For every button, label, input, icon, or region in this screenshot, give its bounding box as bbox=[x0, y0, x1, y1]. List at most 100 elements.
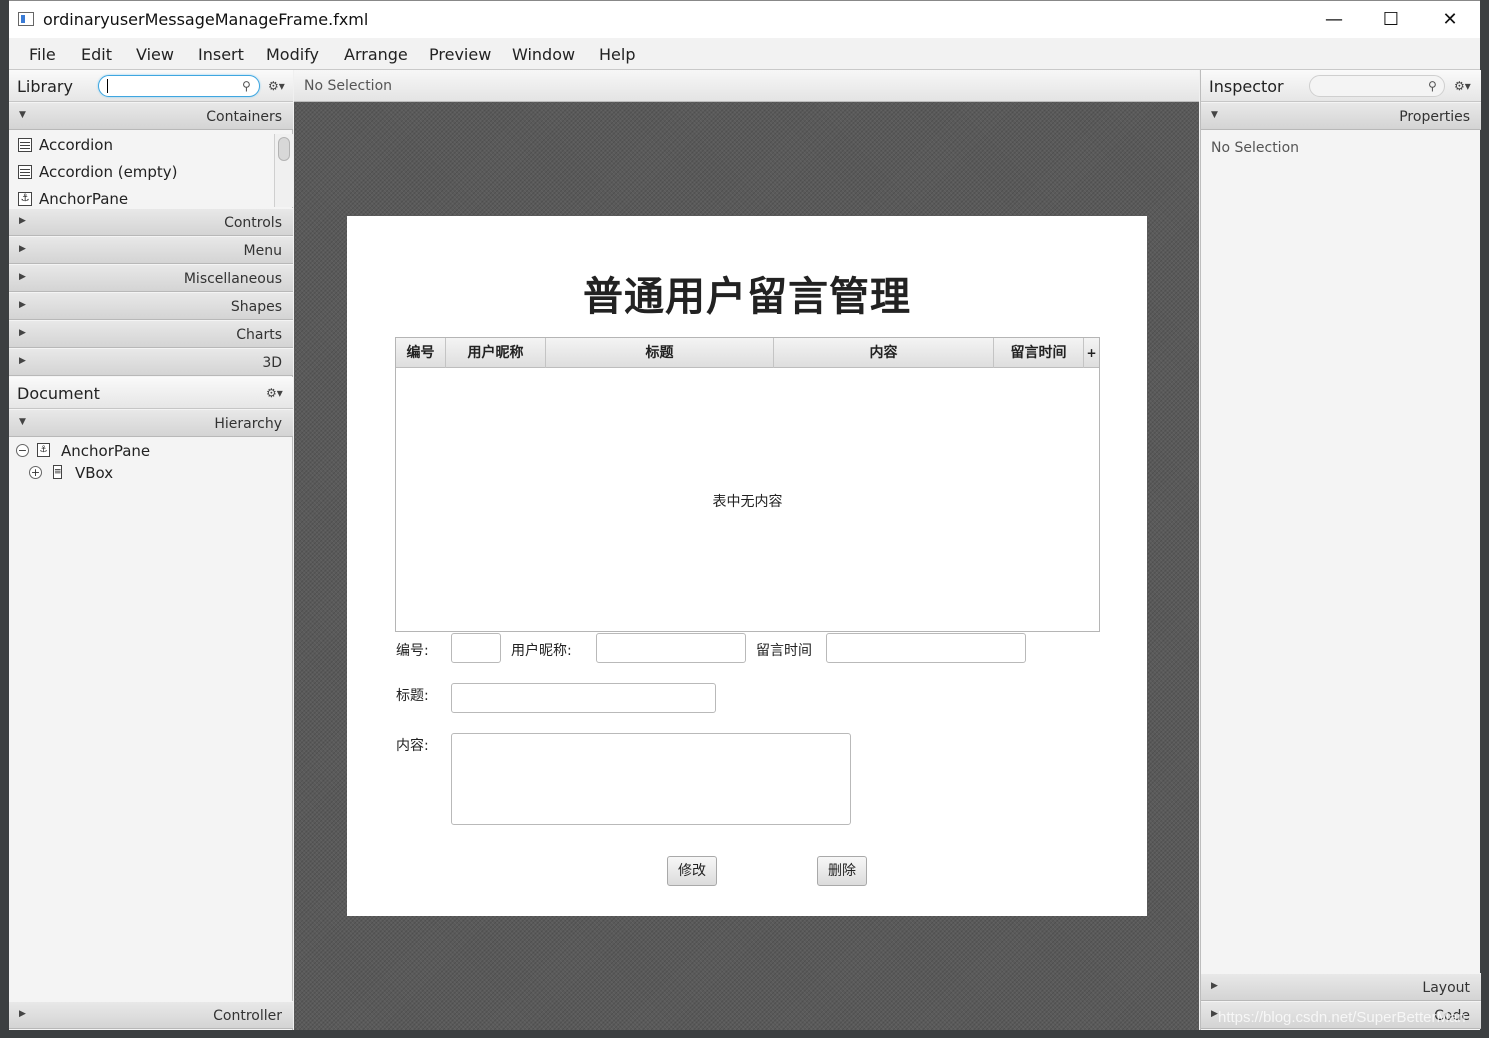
expand-icon[interactable]: + bbox=[29, 466, 42, 479]
collapse-icon[interactable]: − bbox=[16, 444, 29, 457]
content-area: No Selection 普通用户留言管理 编号 用户昵称 标题 内容 留言时间… bbox=[294, 70, 1199, 1030]
document-header: Document ⚙▾ bbox=[9, 377, 293, 409]
background-strip-left bbox=[0, 0, 9, 1038]
minimize-button[interactable]: — bbox=[1305, 1, 1363, 39]
section-charts[interactable]: ▶ Charts bbox=[9, 320, 293, 348]
library-scrollbar[interactable] bbox=[274, 134, 293, 207]
message-table[interactable]: 编号 用户昵称 标题 内容 留言时间 + 表中无内容 bbox=[395, 337, 1100, 632]
text-caret bbox=[107, 79, 108, 93]
time-field[interactable] bbox=[826, 633, 1026, 663]
id-label: 编号: bbox=[396, 643, 429, 659]
time-label: 留言时间 bbox=[756, 643, 812, 659]
tree-item-label: AnchorPane bbox=[61, 442, 151, 460]
library-item-label: AnchorPane bbox=[39, 190, 129, 207]
menu-edit[interactable]: Edit bbox=[81, 45, 112, 64]
scrollbar-thumb[interactable] bbox=[278, 137, 290, 161]
watermark-text: https://blog.csdn.net/SuperBetterMan bbox=[1218, 1009, 1466, 1026]
menu-modify[interactable]: Modify bbox=[266, 45, 319, 64]
id-field[interactable] bbox=[451, 633, 501, 663]
library-header: Library ⚲ ⚙▾ bbox=[9, 70, 293, 102]
tree-item-label: VBox bbox=[75, 464, 114, 482]
maximize-button[interactable]: ☐ bbox=[1362, 1, 1420, 39]
inspector-header: Inspector ⚲ ⚙▾ bbox=[1201, 70, 1481, 102]
section-containers[interactable]: ▼ Containers bbox=[9, 102, 293, 130]
scene-builder-window: ordinaryuserMessageManageFrame.fxml — ☐ … bbox=[0, 0, 1489, 1038]
anchorpane-icon: ⚓ bbox=[18, 192, 32, 206]
vbox-icon: ≡ bbox=[53, 465, 62, 479]
selection-status: No Selection bbox=[304, 78, 393, 94]
content-label: 内容: bbox=[396, 738, 429, 754]
section-label: Properties bbox=[1399, 109, 1470, 125]
design-canvas[interactable]: 普通用户留言管理 编号 用户昵称 标题 内容 留言时间 + 表中无内容 编号: … bbox=[347, 216, 1147, 916]
expanded-triangle-icon: ▼ bbox=[19, 110, 26, 120]
accordion-icon bbox=[18, 138, 32, 152]
anchorpane-icon: ⚓ bbox=[37, 443, 50, 457]
section-shapes[interactable]: ▶ Shapes bbox=[9, 292, 293, 320]
library-item-label: Accordion bbox=[39, 136, 113, 154]
library-gear-icon[interactable]: ⚙▾ bbox=[268, 79, 285, 93]
tree-item-anchorpane[interactable]: − ⚓ AnchorPane bbox=[9, 440, 293, 462]
document-gear-icon[interactable]: ⚙▾ bbox=[266, 386, 283, 400]
section-layout[interactable]: ▶ Layout bbox=[1201, 973, 1481, 1001]
menu-arrange[interactable]: Arrange bbox=[344, 45, 408, 64]
menu-bar: File Edit View Insert Modify Arrange Pre… bbox=[9, 38, 1480, 70]
library-search-input[interactable]: ⚲ bbox=[98, 75, 260, 97]
title-field[interactable] bbox=[451, 683, 716, 713]
menu-window[interactable]: Window bbox=[512, 45, 575, 64]
collapsed-triangle-icon: ▶ bbox=[19, 244, 26, 254]
section-label: Charts bbox=[236, 327, 282, 343]
column-header-nickname[interactable]: 用户昵称 bbox=[446, 338, 546, 368]
content-textarea[interactable] bbox=[451, 733, 851, 825]
section-controller[interactable]: ▶ Controller bbox=[9, 1001, 293, 1029]
title-label: 标题: bbox=[396, 688, 429, 704]
table-empty-placeholder: 表中无内容 bbox=[712, 494, 783, 510]
column-menu-plus-icon[interactable]: + bbox=[1084, 338, 1099, 368]
column-header-time[interactable]: 留言时间 bbox=[994, 338, 1084, 368]
menu-help[interactable]: Help bbox=[599, 45, 635, 64]
inspector-status: No Selection bbox=[1211, 140, 1300, 156]
section-hierarchy[interactable]: ▼ Hierarchy bbox=[9, 409, 293, 437]
menu-view[interactable]: View bbox=[136, 45, 174, 64]
library-title: Library bbox=[17, 77, 73, 96]
column-header-title[interactable]: 标题 bbox=[546, 338, 774, 368]
nickname-field[interactable] bbox=[596, 633, 746, 663]
library-item-accordion[interactable]: Accordion bbox=[9, 132, 273, 159]
library-item-anchorpane[interactable]: ⚓ AnchorPane bbox=[9, 186, 273, 207]
section-label: Miscellaneous bbox=[183, 271, 282, 287]
nickname-label: 用户昵称: bbox=[511, 643, 572, 659]
section-label: Layout bbox=[1422, 980, 1470, 996]
section-menu[interactable]: ▶ Menu bbox=[9, 236, 293, 264]
close-button[interactable]: ✕ bbox=[1421, 1, 1479, 39]
inspector-gear-icon[interactable]: ⚙▾ bbox=[1454, 79, 1471, 93]
modify-button[interactable]: 修改 bbox=[667, 856, 717, 886]
section-label: Menu bbox=[243, 243, 282, 259]
delete-button[interactable]: 删除 bbox=[817, 856, 867, 886]
column-header-content[interactable]: 内容 bbox=[774, 338, 994, 368]
expanded-triangle-icon: ▼ bbox=[19, 417, 26, 427]
column-header-id[interactable]: 编号 bbox=[396, 338, 446, 368]
menu-file[interactable]: File bbox=[29, 45, 56, 64]
collapsed-triangle-icon: ▶ bbox=[19, 216, 26, 226]
menu-insert[interactable]: Insert bbox=[198, 45, 244, 64]
collapsed-triangle-icon: ▶ bbox=[1211, 1009, 1218, 1019]
accordion-icon bbox=[18, 165, 32, 179]
library-item-accordion-empty[interactable]: Accordion (empty) bbox=[9, 159, 273, 186]
search-icon: ⚲ bbox=[1428, 79, 1437, 93]
section-label: Controls bbox=[224, 215, 282, 231]
section-miscellaneous[interactable]: ▶ Miscellaneous bbox=[9, 264, 293, 292]
menu-preview[interactable]: Preview bbox=[429, 45, 491, 64]
section-label: Containers bbox=[206, 109, 282, 125]
inspector-search-input[interactable]: ⚲ bbox=[1309, 75, 1445, 97]
section-3d[interactable]: ▶ 3D bbox=[9, 348, 293, 376]
section-label: 3D bbox=[262, 355, 282, 371]
section-label: Shapes bbox=[230, 299, 282, 315]
search-icon: ⚲ bbox=[242, 79, 251, 93]
table-header: 编号 用户昵称 标题 内容 留言时间 + bbox=[396, 338, 1099, 368]
collapsed-triangle-icon: ▶ bbox=[19, 272, 26, 282]
library-item-label: Accordion (empty) bbox=[39, 163, 178, 181]
form-heading: 普通用户留言管理 bbox=[583, 274, 911, 320]
left-panel: Library ⚲ ⚙▾ ▼ Containers Accordion Acco… bbox=[9, 70, 293, 1030]
section-controls[interactable]: ▶ Controls bbox=[9, 208, 293, 236]
tree-item-vbox[interactable]: + ≡ VBox bbox=[9, 462, 293, 484]
section-properties[interactable]: ▼ Properties bbox=[1201, 102, 1481, 130]
